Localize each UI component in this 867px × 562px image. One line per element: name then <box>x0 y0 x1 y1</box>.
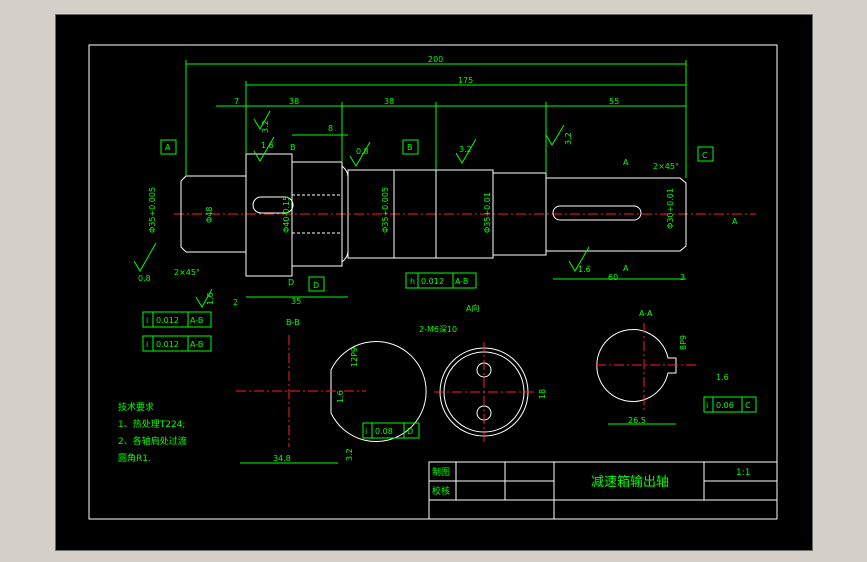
tol-5-symbol: i <box>706 401 708 410</box>
roughness-6: 0.8 <box>356 147 369 156</box>
roughness-2: 1.6 <box>261 141 274 150</box>
roughness-symbol-4 <box>545 124 565 146</box>
roughness-aa-1: 1.6 <box>716 373 729 382</box>
diameter-4: Φ35+0.005 <box>381 187 390 233</box>
tol-1-ref: A-B <box>455 277 468 286</box>
dim-7: 7 <box>234 97 239 106</box>
tol-1-symbol: h <box>410 277 415 286</box>
dimension-lines-top <box>185 60 687 178</box>
diameter-1: Φ35+0.005 <box>148 187 157 233</box>
diameter-5: Φ35+0.01 <box>483 192 492 233</box>
tol-2-value: 0.012 <box>156 316 179 325</box>
title-block-frame <box>428 461 778 520</box>
dim-bb-key: 12P9 <box>350 347 359 367</box>
roughness-8: 1.6 <box>206 292 215 305</box>
notes-line-2: 2、各轴肩处过渡 <box>118 435 187 447</box>
dim-38-b: 38 <box>384 97 394 106</box>
section-d-label: D <box>288 278 294 287</box>
diameter-3: Φ40-0.15 <box>282 196 291 233</box>
technical-notes: 技术要求 1、热处理T224; 2、各轴肩处过渡 圆角R1. <box>118 401 187 464</box>
tb-drawn-label: 制图 <box>432 466 450 478</box>
section-a-bottom: A <box>623 264 629 273</box>
dim-2: 2 <box>233 298 238 307</box>
chamfer-right: 2×45° <box>653 162 679 171</box>
notes-line-1: 1、热处理T224; <box>118 418 185 430</box>
datum-a: A <box>165 143 171 152</box>
tol-3-value: 0.012 <box>156 340 179 349</box>
diameter-6: Φ30+0.01 <box>666 188 675 229</box>
roughness-bb-1: 1.6 <box>336 390 345 403</box>
tol-4-ref: D <box>407 427 413 436</box>
tol-2-ref: A-B <box>190 316 203 325</box>
section-bb-view: B-B 34.8 12P9 1.6 3.2 i 0.08 D <box>236 318 427 464</box>
roughness-7: 1.6 <box>578 265 591 274</box>
section-b-top: B <box>290 143 296 152</box>
datum-c: C <box>702 151 708 160</box>
diameter-2: Φ48 <box>205 207 214 223</box>
chamfer-left: 2×45° <box>174 268 200 277</box>
tol-3-symbol: i <box>146 340 148 349</box>
view-a-title: A向 <box>466 303 479 313</box>
roughness-3: 0.8 <box>138 274 151 283</box>
roughness-4: 3.2 <box>564 132 573 145</box>
view-aa-title: A-A <box>639 309 653 318</box>
section-a-top: A <box>623 158 629 167</box>
tb-part-name: 减速箱输出轴 <box>591 474 669 490</box>
shaft-segment-3 <box>291 161 343 267</box>
dim-bb-width: 34.8 <box>273 454 291 463</box>
tol-4-symbol: i <box>365 427 367 436</box>
notes-title: 技术要求 <box>118 401 154 413</box>
dim-55: 55 <box>609 97 619 106</box>
dim-aa-key: 8P9 <box>679 335 688 350</box>
tol-2-symbol: i <box>146 316 148 325</box>
tb-scale: 1:1 <box>736 468 750 478</box>
dim-8: 8 <box>328 124 333 133</box>
drawing-sheet: 200 175 7 38 38 55 8 35 60 3 2 Φ35+0.005… <box>55 14 813 551</box>
shaft-drawing: 200 175 7 38 38 55 8 35 60 3 2 Φ35+0.005… <box>88 44 778 520</box>
keyway-right <box>552 205 642 221</box>
tolerance-frame-1: h 0.012 A-B <box>405 272 477 289</box>
roughness-1: 3.2 <box>261 120 270 133</box>
tol-5-value: 0.06 <box>716 401 734 410</box>
dim-aa-width: 26.5 <box>628 416 646 425</box>
dim-175: 175 <box>458 76 473 85</box>
title-block: 制图 校核 减速箱输出轴 1:1 <box>428 461 778 520</box>
roughness-symbol-3 <box>133 242 157 272</box>
tol-4-value: 0.08 <box>375 427 393 436</box>
roughness-bb-2: 3.2 <box>345 448 354 461</box>
direction-a: A <box>732 217 738 226</box>
section-aa-view: A-A 26.5 8P9 1.6 i 0.06 C <box>596 309 757 425</box>
dim-38-a: 38 <box>289 97 299 106</box>
dim-60: 60 <box>608 273 618 282</box>
dim-35: 35 <box>291 297 301 306</box>
view-bb-title: B-B <box>286 318 300 327</box>
datum-b: B <box>407 143 413 152</box>
tolerance-frame-2: i 0.012 A-B <box>142 311 212 328</box>
datum-d: D <box>313 281 319 290</box>
view-a-end: A向 2-M6深10 18 <box>419 303 547 442</box>
roughness-marks: 3.2 1.6 0.8 3.2 3.2 0.8 1.6 1.6 <box>133 110 591 308</box>
roughness-5: 3.2 <box>459 145 472 154</box>
tapped-holes-label: 2-M6深10 <box>419 325 457 334</box>
dim-hole-spacing: 18 <box>538 389 547 399</box>
tol-1-value: 0.012 <box>421 277 444 286</box>
dim-200: 200 <box>428 55 443 64</box>
notes-line-3: 圆角R1. <box>118 452 151 464</box>
tolerance-frame-3: i 0.012 A-B <box>142 335 212 352</box>
dim-3: 3 <box>680 273 685 282</box>
tb-checked-label: 校核 <box>432 485 450 497</box>
tol-3-ref: A-B <box>190 340 203 349</box>
tol-5-ref: C <box>745 401 751 410</box>
